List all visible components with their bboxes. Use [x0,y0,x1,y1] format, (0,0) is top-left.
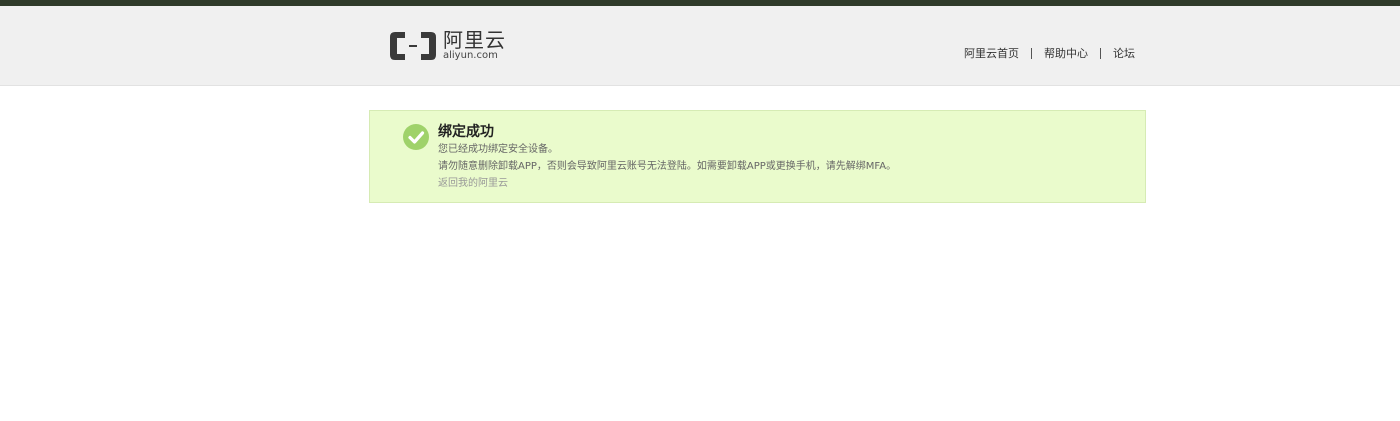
logo-bracket-icon [390,32,436,60]
header: 阿里云 aliyun.com 阿里云首页 帮助中心 论坛 [0,6,1400,86]
success-alert: 绑定成功 您已经成功绑定安全设备。 请勿随意删除卸载APP，否则会导致阿里云账号… [369,110,1146,203]
nav-divider [1031,47,1032,59]
logo-cn: 阿里云 [443,28,506,52]
success-check-icon [403,124,429,150]
nav-divider [1100,47,1101,59]
alert-title: 绑定成功 [438,124,494,140]
back-to-aliyun-link[interactable]: 返回我的阿里云 [438,175,896,192]
alert-warning: 请勿随意删除卸载APP，否则会导致阿里云账号无法登陆。如需要卸载APP或更换手机… [438,161,897,172]
top-nav: 阿里云首页 帮助中心 论坛 [964,45,1135,61]
nav-help-center[interactable]: 帮助中心 [1044,45,1088,61]
aliyun-logo[interactable]: 阿里云 aliyun.com [389,30,506,62]
nav-home[interactable]: 阿里云首页 [964,45,1019,61]
nav-forum[interactable]: 论坛 [1113,45,1135,61]
logo-en: aliyun.com [443,50,498,61]
alert-message: 您已经成功绑定安全设备。 [438,144,558,155]
